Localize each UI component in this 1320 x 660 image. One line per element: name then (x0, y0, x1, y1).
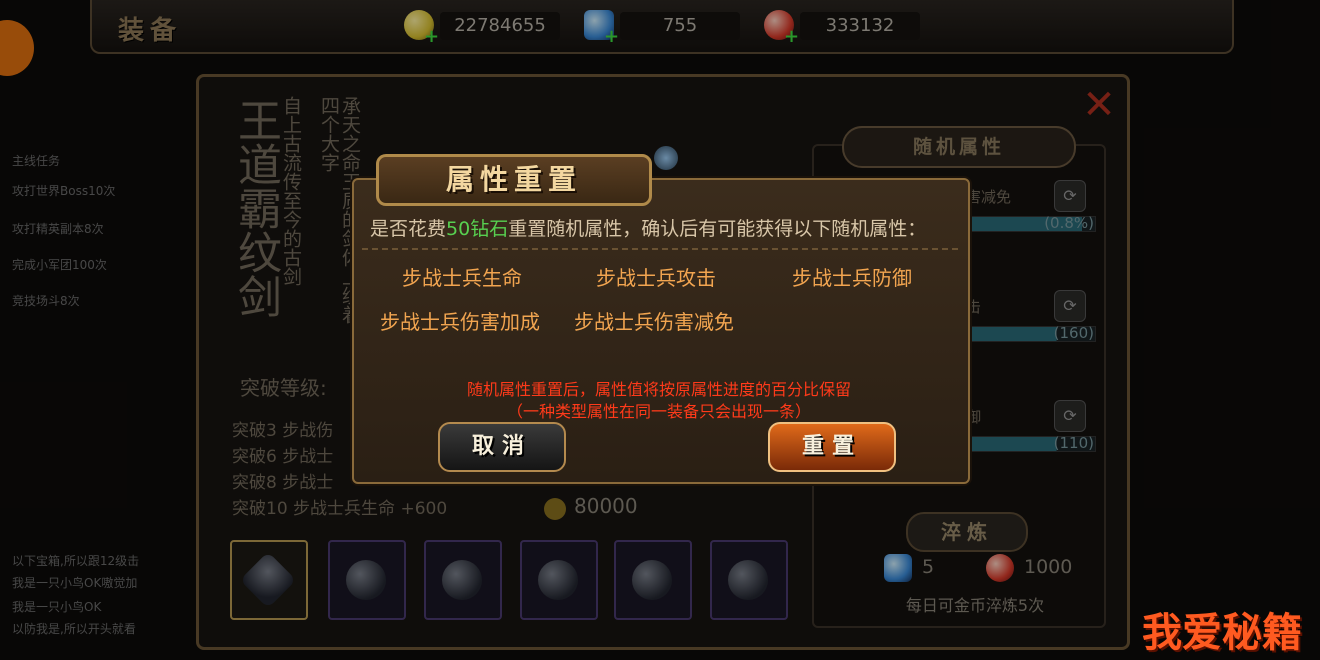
warning-text: 随机属性重置后，属性值将按原属性进度的百分比保留 (466, 380, 851, 399)
attribute-option: 步战士兵生命 (402, 266, 522, 290)
orb-icon (654, 146, 678, 170)
dialog-prompt: 是否花费50钻石重置随机属性，确认后有可能获得以下随机属性： (370, 218, 927, 240)
dialog-title: 属性重置 (445, 163, 582, 196)
diamond-cost: 50钻石 (446, 218, 509, 240)
watermark: 我爱秘籍 (1142, 610, 1302, 656)
divider (362, 248, 958, 250)
attribute-option: 步战士兵伤害加成 (380, 310, 540, 334)
attribute-option: 步战士兵防御 (792, 266, 912, 290)
attribute-option: 步战士兵伤害减免 (574, 310, 734, 334)
attribute-option: 步战士兵攻击 (596, 266, 716, 290)
cancel-button[interactable]: 取消 (438, 422, 566, 472)
warning-text: （一种类型属性在同一装备只会出现一条） (506, 402, 811, 421)
reset-button[interactable]: 重置 (768, 422, 896, 472)
